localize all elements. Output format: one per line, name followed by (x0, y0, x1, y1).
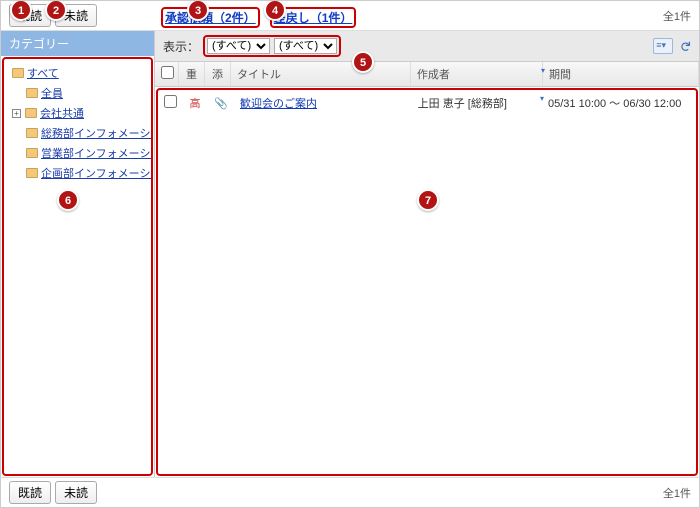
bottom-toolbar: 既読 未読 全1件 (1, 477, 699, 507)
main-panel: 表示： (すべて) (すべて) ↻ 重 添 タイトル (155, 31, 699, 477)
row-period: 05/31 10:00 ～ 06/30 12:00 (542, 90, 696, 116)
total-count-bottom: 全1件 (663, 485, 691, 501)
col-checkbox (155, 62, 179, 86)
sidebar-item-kikaku[interactable]: 企画部インフォメーション (4, 163, 151, 183)
read-button[interactable]: 既読 (9, 4, 51, 27)
expand-icon[interactable]: + (12, 109, 21, 118)
attachment-icon: 📎 (208, 92, 234, 115)
filter-group: (すべて) (すべて) (203, 35, 341, 57)
col-period[interactable]: 期間 (543, 62, 699, 86)
filter-label: 表示： (163, 38, 199, 55)
sidebar-item-label[interactable]: 企画部インフォメーション (41, 165, 153, 181)
table-row[interactable]: 高 📎 歓迎会のご案内 上田 恵子 [総務部] 05/31 10:00 ～ 06… (158, 90, 696, 116)
sidebar-item-soumu[interactable]: 総務部インフォメーション (4, 123, 151, 143)
folder-icon (26, 168, 38, 178)
sidebar-item-all[interactable]: すべて (4, 63, 151, 83)
folder-icon (26, 128, 38, 138)
sidebar-item-label[interactable]: 全員 (41, 85, 63, 101)
folder-icon (26, 148, 38, 158)
table-body: 高 📎 歓迎会のご案内 上田 恵子 [総務部] 05/31 10:00 ～ 06… (156, 88, 698, 476)
sidebar-header: カテゴリー (1, 31, 154, 56)
sidebar-item-label[interactable]: 会社共通 (40, 105, 84, 121)
filter-bar: 表示： (すべて) (すべて) ↻ (155, 31, 699, 62)
approval-requests-link[interactable]: 承認依頼（2件） (165, 11, 256, 25)
folder-icon (12, 68, 24, 78)
filter-select-2[interactable]: (すべて) (274, 38, 337, 54)
row-author: 上田 恵子 [総務部] (412, 90, 542, 116)
unread-button[interactable]: 未読 (55, 4, 97, 27)
read-button-bottom[interactable]: 既読 (9, 481, 51, 504)
refresh-icon[interactable]: ↻ (677, 40, 694, 52)
row-title-link[interactable]: 歓迎会のご案内 (240, 98, 317, 110)
col-attachment[interactable]: 添 (205, 62, 231, 86)
sidebar-item-company[interactable]: + 会社共通 (4, 103, 151, 123)
unread-button-bottom[interactable]: 未読 (55, 481, 97, 504)
top-toolbar: 既読 未読 承認依頼（2件） 差戻し（1件） 全1件 (1, 1, 699, 31)
sidebar-item-label[interactable]: 営業部インフォメーション (41, 145, 153, 161)
table-header: 重 添 タイトル 作成者 期間 (155, 62, 699, 87)
list-options-icon[interactable] (653, 38, 673, 54)
filter-select-1[interactable]: (すべて) (207, 38, 270, 54)
col-importance[interactable]: 重 (179, 62, 205, 86)
total-count: 全1件 (663, 8, 691, 24)
col-author[interactable]: 作成者 (411, 62, 543, 86)
sidebar-item-eigyo[interactable]: 営業部インフォメーション (4, 143, 151, 163)
folder-icon (26, 88, 38, 98)
folder-icon (25, 108, 37, 118)
col-title[interactable]: タイトル (231, 62, 411, 86)
sidebar-item-label[interactable]: すべて (27, 65, 59, 81)
sidebar: カテゴリー すべて 全員 + 会社共通 総務部インフォメーション (1, 31, 155, 477)
row-checkbox[interactable] (164, 95, 177, 108)
select-all-checkbox[interactable] (161, 66, 174, 79)
sidebar-item-label[interactable]: 総務部インフォメーション (41, 125, 153, 141)
return-link[interactable]: 差戻し（1件） (274, 11, 353, 25)
sidebar-item-everyone[interactable]: 全員 (4, 83, 151, 103)
row-importance: 高 (182, 90, 208, 116)
category-tree: すべて 全員 + 会社共通 総務部インフォメーション 営業部インフォ (2, 57, 153, 476)
